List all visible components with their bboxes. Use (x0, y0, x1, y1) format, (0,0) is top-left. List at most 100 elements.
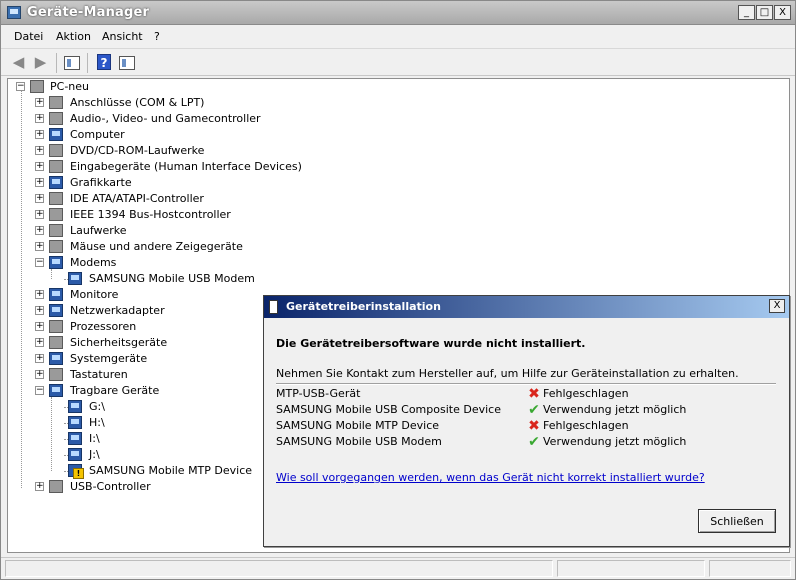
expand-toggle[interactable]: + (35, 242, 44, 251)
tree-root-label: PC-neu (50, 80, 89, 93)
back-arrow-icon[interactable]: ◀ (10, 54, 27, 71)
tree-item-label: Laufwerke (70, 224, 127, 237)
tree-item-label: Systemgeräte (70, 352, 148, 365)
system-device-icon (49, 352, 63, 365)
drive-icon (68, 432, 82, 445)
status-pane (557, 560, 705, 577)
expand-toggle[interactable]: + (35, 114, 44, 123)
device-name: SAMSUNG Mobile MTP Device (276, 419, 440, 432)
firewire-icon (49, 208, 63, 221)
status-pane (5, 560, 553, 577)
computer-icon (30, 80, 44, 93)
menu-ansicht[interactable]: Ansicht (102, 30, 143, 43)
expand-toggle[interactable]: + (35, 210, 44, 219)
dialog-title-bar[interactable]: Gerätetreiberinstallation X (264, 296, 789, 318)
expand-toggle[interactable]: + (35, 226, 44, 235)
dialog-title: Gerätetreiberinstallation (286, 300, 441, 313)
tree-guide-line (51, 269, 52, 279)
tree-item-label: IDE ATA/ATAPI-Controller (70, 192, 204, 205)
expand-toggle[interactable]: + (35, 146, 44, 155)
device-name: MTP-USB-Gerät (276, 387, 361, 400)
drive-icon (68, 448, 82, 461)
success-check-icon: ✔ (528, 402, 540, 418)
tree-item-label: G:\ (89, 400, 105, 413)
tree-item-label: Modems (70, 256, 117, 269)
success-check-icon: ✔ (528, 434, 540, 450)
fail-icon: ✖ (528, 386, 540, 402)
close-button[interactable]: X (774, 5, 791, 20)
title-bar[interactable]: Geräte-Manager _ □ X (1, 1, 795, 25)
device-name: SAMSUNG Mobile USB Modem (276, 435, 442, 448)
modem-icon (68, 272, 82, 285)
driver-install-dialog: Gerätetreiberinstallation X Die Gerätetr… (263, 295, 790, 547)
tree-item-label: USB-Controller (70, 480, 151, 493)
mouse-icon (49, 240, 63, 253)
display-adapter-icon (49, 176, 63, 189)
ide-controller-icon (49, 192, 63, 205)
expand-toggle[interactable]: + (35, 194, 44, 203)
expand-toggle[interactable]: + (35, 290, 44, 299)
device-status: Fehlgeschlagen (543, 419, 629, 432)
help-link[interactable]: Wie soll vorgegangen werden, wenn das Ge… (276, 471, 705, 484)
maximize-button[interactable]: □ (756, 5, 773, 20)
dialog-icon (269, 300, 278, 314)
network-adapter-icon (49, 304, 63, 317)
properties-panel-icon[interactable] (119, 56, 135, 70)
close-dialog-button[interactable]: Schließen (698, 509, 776, 533)
tree-item-label: H:\ (89, 416, 105, 429)
tree-item-label: I:\ (89, 432, 100, 445)
collapse-toggle[interactable]: − (16, 82, 25, 91)
usb-controller-icon (49, 480, 63, 493)
forward-arrow-icon[interactable]: ▶ (32, 54, 49, 71)
menu-aktion[interactable]: Aktion (56, 30, 91, 43)
expand-toggle[interactable]: + (35, 130, 44, 139)
tree-item-label: Grafikkarte (70, 176, 132, 189)
tree-item-label: DVD/CD-ROM-Laufwerke (70, 144, 205, 157)
tree-item-label: SAMSUNG Mobile USB Modem (89, 272, 255, 285)
drive-icon (68, 400, 82, 413)
tree-item-label: Mäuse und andere Zeigegeräte (70, 240, 243, 253)
tree-item-label: Sicherheitsgeräte (70, 336, 168, 349)
expand-toggle[interactable]: + (35, 178, 44, 187)
toolbar: ◀ ▶ ? (1, 48, 795, 76)
expand-toggle[interactable]: + (35, 306, 44, 315)
tree-item-label: Prozessoren (70, 320, 137, 333)
expand-toggle[interactable]: + (35, 370, 44, 379)
warning-device-icon (68, 464, 84, 479)
menu-datei[interactable]: Datei (14, 30, 43, 43)
collapse-toggle[interactable]: − (35, 258, 44, 267)
toolbar-separator (56, 53, 57, 73)
dialog-divider (276, 383, 776, 385)
minimize-button[interactable]: _ (738, 5, 755, 20)
expand-toggle[interactable]: + (35, 98, 44, 107)
tree-item-label: Audio-, Video- und Gamecontroller (70, 112, 261, 125)
tree-item-label: J:\ (89, 448, 100, 461)
dialog-close-button[interactable]: X (769, 299, 785, 313)
tree-guide-line (51, 397, 52, 471)
status-bar (1, 557, 795, 579)
processor-icon (49, 320, 63, 333)
expand-toggle[interactable]: + (35, 322, 44, 331)
collapse-toggle[interactable]: − (35, 386, 44, 395)
tree-item-label: IEEE 1394 Bus-Hostcontroller (70, 208, 231, 221)
device-row: SAMSUNG Mobile USB Modem ✔ Verwendung je… (276, 434, 776, 450)
expand-toggle[interactable]: + (35, 482, 44, 491)
help-icon[interactable]: ? (97, 54, 111, 70)
audio-icon (49, 112, 63, 125)
fail-icon: ✖ (528, 418, 540, 434)
show-hide-console-tree-icon[interactable] (64, 56, 80, 70)
device-status: Fehlgeschlagen (543, 387, 629, 400)
device-status: Verwendung jetzt möglich (543, 403, 687, 416)
menu-help[interactable]: ? (154, 30, 160, 43)
toolbar-separator (87, 53, 88, 73)
device-name: SAMSUNG Mobile USB Composite Device (276, 403, 501, 416)
disc-drive-icon (49, 144, 63, 157)
device-row: SAMSUNG Mobile USB Composite Device ✔ Ve… (276, 402, 776, 418)
expand-toggle[interactable]: + (35, 354, 44, 363)
tree-item-label: SAMSUNG Mobile MTP Device (89, 464, 253, 477)
expand-toggle[interactable]: + (35, 338, 44, 347)
tree-item-label: Anschlüsse (COM & LPT) (70, 96, 205, 109)
expand-toggle[interactable]: + (35, 162, 44, 171)
tree-item-label: Monitore (70, 288, 119, 301)
keyboard-hid-icon (49, 160, 63, 173)
